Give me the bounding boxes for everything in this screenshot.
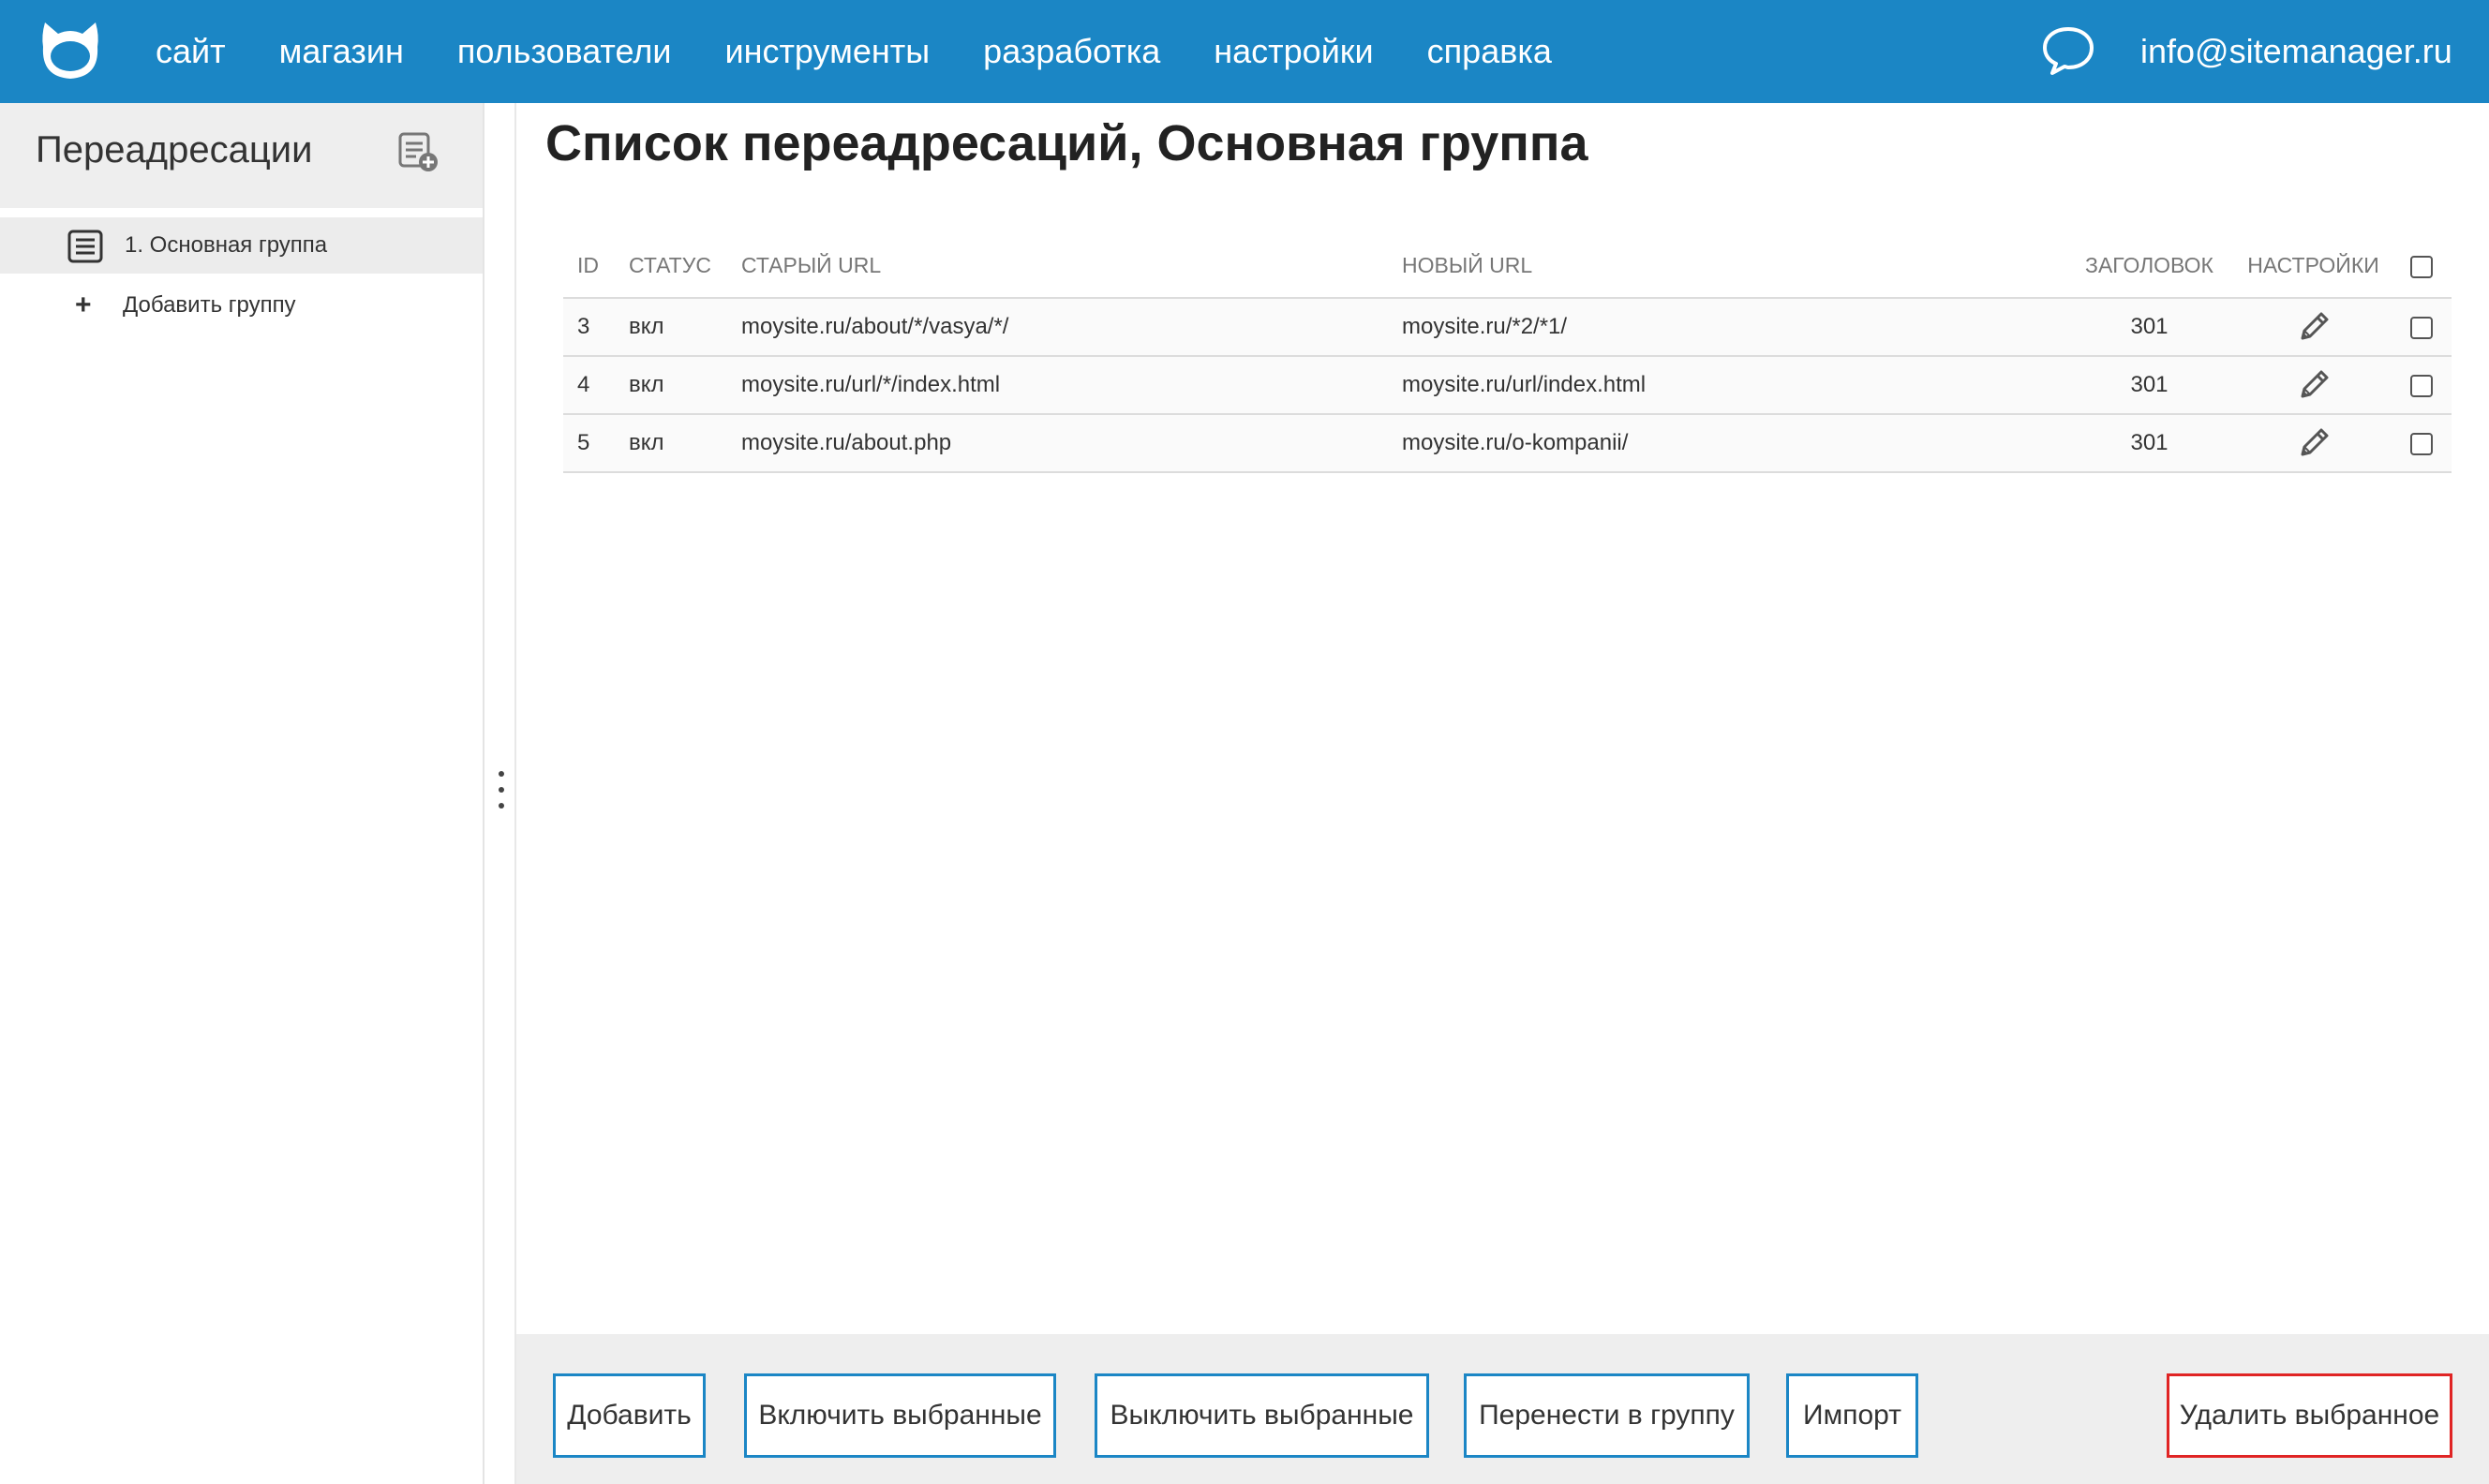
column-header-status[interactable]: СТАТУС <box>615 234 727 299</box>
column-header-settings: НАСТРОЙКИ <box>2236 234 2391 299</box>
cell-settings <box>2236 356 2391 415</box>
delete-selected-button[interactable]: Удалить выбранное <box>2167 1373 2452 1458</box>
cell-new-url: moysite.ru/*2/*1/ <box>1388 298 2063 357</box>
nav-item-settings[interactable]: настройки <box>1214 32 1373 71</box>
sidebar-resize-handle[interactable] <box>484 103 516 1484</box>
nav-item-shop[interactable]: магазин <box>279 32 404 71</box>
cell-code: 301 <box>2063 414 2236 473</box>
action-toolbar: Добавить Включить выбранные Выключить вы… <box>516 1334 2489 1484</box>
cell-settings <box>2236 298 2391 357</box>
page-title: Список переадресаций, Основная группа <box>545 115 1588 171</box>
cell-old-url: moysite.ru/about/*/vasya/*/ <box>727 298 1388 357</box>
add-group-label: Добавить группу <box>123 292 296 318</box>
cell-status[interactable]: вкл <box>615 414 727 473</box>
cell-code: 301 <box>2063 356 2236 415</box>
sidebar-item-main-group[interactable]: 1. Основная группа <box>0 217 483 274</box>
main-nav: сайт магазин пользователи инструменты ра… <box>156 0 1605 103</box>
cell-settings <box>2236 414 2391 473</box>
row-checkbox[interactable] <box>2409 432 2433 455</box>
cell-new-url: moysite.ru/o-kompanii/ <box>1388 414 2063 473</box>
pencil-icon[interactable] <box>2295 424 2333 462</box>
table-header-row: ID СТАТУС СТАРЫЙ URL НОВЫЙ URL ЗАГОЛОВОК… <box>563 234 2452 299</box>
list-icon <box>67 230 103 263</box>
select-all-checkbox-cell <box>2391 234 2452 299</box>
add-group-link[interactable]: + Добавить группу <box>0 277 483 334</box>
disable-selected-button[interactable]: Выключить выбранные <box>1095 1373 1429 1458</box>
redirects-table: ID СТАТУС СТАРЫЙ URL НОВЫЙ URL ЗАГОЛОВОК… <box>563 234 2452 473</box>
cell-old-url: moysite.ru/url/*/index.html <box>727 356 1388 415</box>
column-header-old-url[interactable]: СТАРЫЙ URL <box>727 234 1388 299</box>
row-checkbox[interactable] <box>2409 316 2433 339</box>
cell-code: 301 <box>2063 298 2236 357</box>
cell-status[interactable]: вкл <box>615 356 727 415</box>
top-bar: сайт магазин пользователи инструменты ра… <box>0 0 2489 103</box>
cell-id: 5 <box>563 414 615 473</box>
user-email[interactable]: info@sitemanager.ru <box>2140 0 2452 103</box>
column-header-code[interactable]: ЗАГОЛОВОК <box>2063 234 2236 299</box>
cell-select <box>2391 414 2452 473</box>
chat-bubble-icon[interactable] <box>2041 24 2095 77</box>
nav-item-tools[interactable]: инструменты <box>724 32 930 71</box>
column-header-id[interactable]: ID <box>563 234 615 299</box>
add-button[interactable]: Добавить <box>553 1373 706 1458</box>
nav-item-help[interactable]: справка <box>1427 32 1552 71</box>
nav-item-site[interactable]: сайт <box>156 32 226 71</box>
pencil-icon[interactable] <box>2295 366 2333 404</box>
cell-id: 4 <box>563 356 615 415</box>
pencil-icon[interactable] <box>2295 308 2333 346</box>
cell-id: 3 <box>563 298 615 357</box>
cell-old-url: moysite.ru/about.php <box>727 414 1388 473</box>
sitemanager-logo-icon[interactable] <box>37 19 103 82</box>
table-row[interactable]: 4 вкл moysite.ru/url/*/index.html moysit… <box>563 356 2452 415</box>
grip-dot <box>499 787 504 793</box>
add-group-icon[interactable] <box>397 131 439 172</box>
grip-dot <box>499 803 504 809</box>
table-row[interactable]: 3 вкл moysite.ru/about/*/vasya/*/ moysit… <box>563 298 2452 357</box>
cell-select <box>2391 356 2452 415</box>
enable-selected-button[interactable]: Включить выбранные <box>744 1373 1056 1458</box>
row-checkbox[interactable] <box>2409 374 2433 397</box>
grip-dot <box>499 771 504 777</box>
plus-icon: + <box>75 289 92 320</box>
sidebar: Переадресации 1. Основная группа + Добав… <box>0 103 484 1484</box>
sidebar-header: Переадресации <box>0 103 483 208</box>
cell-select <box>2391 298 2452 357</box>
import-button[interactable]: Импорт <box>1786 1373 1918 1458</box>
main-divider <box>514 103 516 1484</box>
cell-new-url: moysite.ru/url/index.html <box>1388 356 2063 415</box>
nav-item-users[interactable]: пользователи <box>457 32 672 71</box>
select-all-checkbox[interactable] <box>2409 255 2433 278</box>
column-header-new-url[interactable]: НОВЫЙ URL <box>1388 234 2063 299</box>
move-to-group-button[interactable]: Перенести в группу <box>1464 1373 1750 1458</box>
sidebar-title: Переадресации <box>36 129 313 171</box>
cell-status[interactable]: вкл <box>615 298 727 357</box>
sidebar-item-label: 1. Основная группа <box>125 232 328 258</box>
table-row[interactable]: 5 вкл moysite.ru/about.php moysite.ru/o-… <box>563 414 2452 473</box>
nav-item-development[interactable]: разработка <box>983 32 1160 71</box>
